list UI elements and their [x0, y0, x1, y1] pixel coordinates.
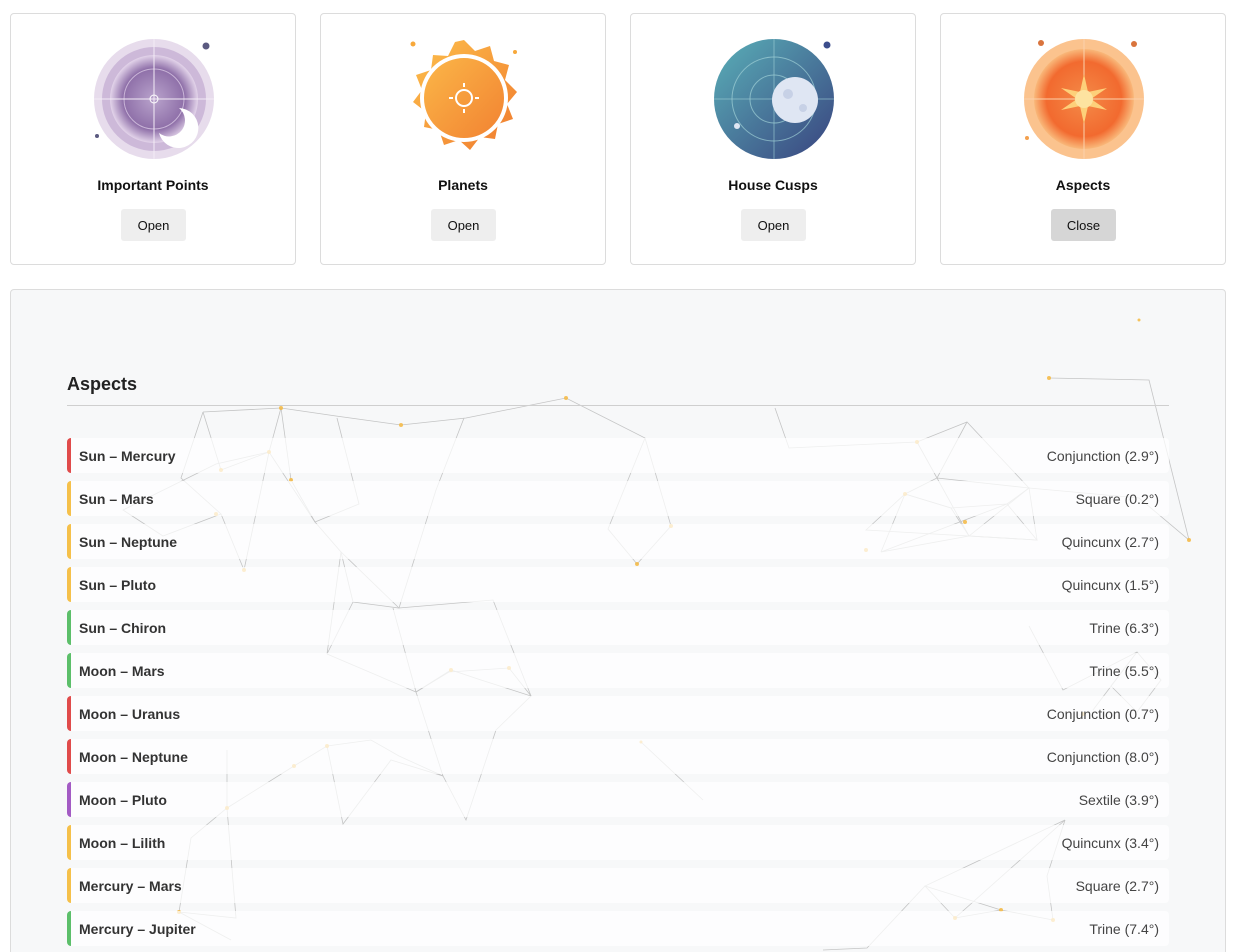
aspect-color-bar — [67, 696, 71, 731]
aspect-type: Conjunction (8.0°) — [1046, 749, 1159, 765]
aspect-type: Sextile (3.9°) — [1078, 792, 1159, 808]
card-important-points: Important Points Open — [10, 13, 296, 265]
title-divider — [67, 405, 1169, 406]
card-house-cusps: House Cusps Open — [630, 13, 916, 265]
aspect-color-bar — [67, 524, 71, 559]
aspect-pair: Moon – Uranus — [79, 706, 181, 722]
aspect-row[interactable]: Sun – Mars Square (0.2°) — [67, 481, 1169, 516]
aspect-row[interactable]: Moon – Mars Trine (5.5°) — [67, 653, 1169, 688]
aspect-color-bar — [67, 481, 71, 516]
aspects-panel: Aspects Sun – Mercury Conjunction (2.9°)… — [10, 289, 1226, 952]
aspect-pair: Sun – Pluto — [79, 577, 156, 593]
aspect-type: Conjunction (0.7°) — [1046, 706, 1159, 722]
card-title: Planets — [438, 177, 488, 193]
card-aspects: Aspects Close — [940, 13, 1226, 265]
aspect-color-bar — [67, 438, 71, 473]
aspect-pair: Mercury – Jupiter — [79, 921, 196, 937]
aspect-row[interactable]: Sun – Pluto Quincunx (1.5°) — [67, 567, 1169, 602]
aspect-pair: Sun – Mercury — [79, 448, 176, 464]
aspect-type: Square (2.7°) — [1075, 878, 1159, 894]
aspect-color-bar — [67, 739, 71, 774]
moon-orbit-icon — [714, 39, 834, 159]
aspect-row[interactable]: Moon – Neptune Conjunction (8.0°) — [67, 739, 1169, 774]
aspect-color-bar — [67, 567, 71, 602]
aspect-row[interactable]: Moon – Lilith Quincunx (3.4°) — [67, 825, 1169, 860]
aspect-pair: Mercury – Mars — [79, 878, 182, 894]
aspect-pair: Sun – Mars — [79, 491, 154, 507]
aspect-type: Square (0.2°) — [1075, 491, 1159, 507]
aspect-row[interactable]: Sun – Mercury Conjunction (2.9°) — [67, 438, 1169, 473]
aspect-row[interactable]: Sun – Neptune Quincunx (2.7°) — [67, 524, 1169, 559]
card-title: Important Points — [97, 177, 209, 193]
aspect-color-bar — [67, 868, 71, 903]
aspect-color-bar — [67, 911, 71, 946]
aspect-row[interactable]: Sun – Chiron Trine (6.3°) — [67, 610, 1169, 645]
aspect-type: Trine (5.5°) — [1089, 663, 1159, 679]
card-planets: Planets Open — [320, 13, 606, 265]
aspect-row[interactable]: Moon – Uranus Conjunction (0.7°) — [67, 696, 1169, 731]
aspect-type: Trine (6.3°) — [1089, 620, 1159, 636]
aspect-color-bar — [67, 825, 71, 860]
aspect-pair: Moon – Pluto — [79, 792, 167, 808]
aspect-type: Quincunx (1.5°) — [1061, 577, 1159, 593]
aspect-color-bar — [67, 610, 71, 645]
close-aspects-button[interactable]: Close — [1051, 209, 1116, 241]
aspect-color-bar — [67, 782, 71, 817]
aspect-type: Trine (7.4°) — [1089, 921, 1159, 937]
aspect-pair: Moon – Neptune — [79, 749, 188, 765]
aspect-pair: Sun – Chiron — [79, 620, 167, 636]
aspect-pair: Sun – Neptune — [79, 534, 178, 550]
aspect-row[interactable]: Mercury – Mars Square (2.7°) — [67, 868, 1169, 903]
open-planets-button[interactable]: Open — [431, 209, 496, 241]
aspect-pair: Moon – Mars — [79, 663, 165, 679]
aspect-type: Quincunx (3.4°) — [1061, 835, 1159, 851]
open-important-points-button[interactable]: Open — [121, 209, 186, 241]
panel-title: Aspects — [67, 374, 138, 394]
aspect-row[interactable]: Mercury – Jupiter Trine (7.4°) — [67, 911, 1169, 946]
aspect-pair: Moon – Lilith — [79, 835, 166, 851]
card-title: Aspects — [1055, 177, 1111, 193]
card-grid: Important Points Open Planets Open House… — [10, 13, 1226, 265]
aspect-type: Conjunction (2.9°) — [1046, 448, 1159, 464]
aspect-type: Quincunx (2.7°) — [1061, 534, 1159, 550]
open-house-cusps-button[interactable]: Open — [741, 209, 806, 241]
radiant-sun-icon — [1024, 39, 1144, 159]
aspect-color-bar — [67, 653, 71, 688]
sun-badge-icon — [410, 40, 517, 150]
crescent-moon-wheel-icon — [94, 39, 214, 159]
card-title: House Cusps — [728, 177, 818, 193]
aspect-row[interactable]: Moon – Pluto Sextile (3.9°) — [67, 782, 1169, 817]
